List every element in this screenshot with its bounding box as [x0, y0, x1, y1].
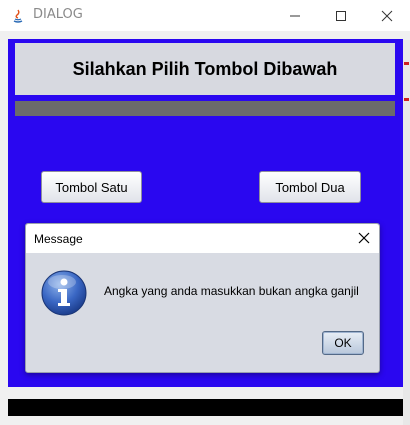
dialog-title: Message [34, 232, 83, 246]
window-title: DIALOG [33, 7, 83, 22]
message-dialog: Message Angka yang anda masukkan bukan a… [25, 223, 380, 373]
background-window-edge [403, 40, 410, 425]
info-icon [41, 270, 87, 316]
minimize-icon [290, 15, 300, 16]
close-icon [381, 10, 393, 21]
close-button[interactable] [364, 0, 410, 31]
status-bar [8, 399, 403, 416]
dialog-message: Angka yang anda masukkan bukan angka gan… [104, 284, 359, 298]
separator-bar [15, 101, 395, 116]
tombol-satu-button[interactable]: Tombol Satu [41, 171, 142, 203]
header-panel: Silahkan Pilih Tombol Dibawah [15, 43, 395, 95]
close-icon[interactable] [356, 230, 372, 246]
java-icon [13, 9, 23, 23]
ok-button[interactable]: OK [322, 331, 364, 355]
maximize-icon [336, 10, 346, 21]
minimize-button[interactable] [272, 0, 318, 31]
window-titlebar: DIALOG [0, 0, 410, 31]
header-title: Silahkan Pilih Tombol Dibawah [72, 58, 338, 79]
dialog-titlebar: Message [26, 224, 379, 253]
tombol-dua-button[interactable]: Tombol Dua [259, 171, 361, 203]
maximize-button[interactable] [318, 0, 364, 31]
